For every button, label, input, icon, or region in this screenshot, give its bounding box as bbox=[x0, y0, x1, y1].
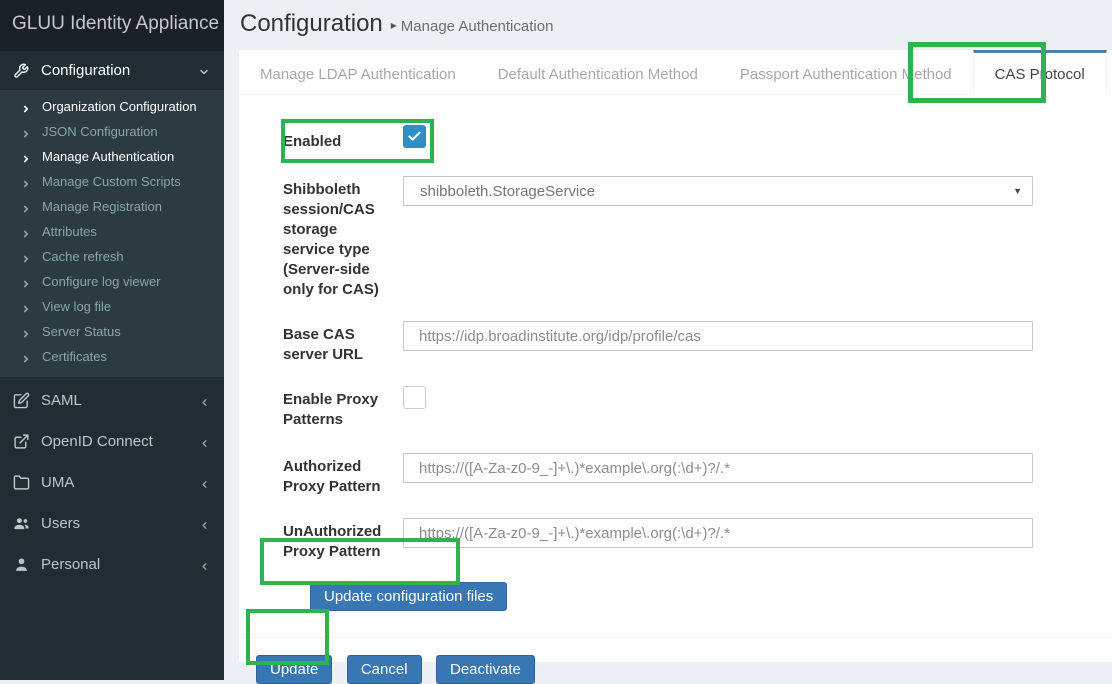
sidebar-item-label: Personal bbox=[41, 556, 199, 573]
sidebar-item-label: Configure log viewer bbox=[42, 274, 161, 289]
breadcrumb-arrow-icon: ▸ bbox=[391, 18, 397, 32]
cas-protocol-form: Enabled Shibboleth session/CAS storage s… bbox=[239, 95, 1112, 684]
users-icon bbox=[13, 515, 30, 532]
chevron-right-icon bbox=[21, 227, 31, 237]
chevron-right-icon bbox=[21, 102, 31, 112]
chevron-right-icon bbox=[21, 202, 31, 212]
sidebar-item-manage-custom-scripts[interactable]: Manage Custom Scripts bbox=[0, 169, 224, 194]
sidebar-item-label: Manage Registration bbox=[42, 199, 162, 214]
chevron-left-icon bbox=[199, 518, 210, 529]
folder-open-icon bbox=[13, 474, 30, 491]
tab-default-authentication-method[interactable]: Default Authentication Method bbox=[477, 50, 719, 94]
checkmark-icon bbox=[407, 129, 422, 144]
external-link-icon bbox=[13, 433, 30, 450]
chevron-right-icon bbox=[21, 352, 31, 362]
sidebar-item-label: Configuration bbox=[41, 62, 198, 79]
sidebar-item-label: Cache refresh bbox=[42, 249, 124, 264]
sidebar-item-certificates[interactable]: Certificates bbox=[0, 344, 224, 369]
chevron-left-icon bbox=[199, 436, 210, 447]
authorized-proxy-pattern-label: Authorized Proxy Pattern bbox=[283, 453, 388, 497]
sidebar-item-attributes[interactable]: Attributes bbox=[0, 219, 224, 244]
enable-proxy-patterns-label: Enable Proxy Patterns bbox=[283, 386, 388, 430]
user-icon bbox=[13, 556, 30, 573]
authorized-proxy-pattern-input[interactable] bbox=[403, 453, 1033, 483]
chevron-right-icon bbox=[21, 152, 31, 162]
sidebar-item-server-status[interactable]: Server Status bbox=[0, 319, 224, 344]
chevron-down-icon bbox=[198, 65, 210, 77]
sidebar-item-cache-refresh[interactable]: Cache refresh bbox=[0, 244, 224, 269]
storage-service-select[interactable]: shibboleth.StorageService ▼ bbox=[403, 176, 1033, 206]
breadcrumb: Manage Authentication bbox=[401, 18, 554, 35]
sidebar-item-saml[interactable]: SAML bbox=[0, 380, 224, 421]
page-title: Configuration bbox=[240, 10, 383, 37]
sidebar-item-label: UMA bbox=[41, 474, 199, 491]
sidebar-item-organization-configuration[interactable]: Organization Configuration bbox=[0, 94, 224, 119]
sidebar-item-label: SAML bbox=[41, 392, 199, 409]
sidebar-item-label: Manage Authentication bbox=[42, 149, 174, 164]
tab-manage-ldap-authentication[interactable]: Manage LDAP Authentication bbox=[239, 50, 477, 94]
sidebar-item-uma[interactable]: UMA bbox=[0, 462, 224, 503]
chevron-right-icon bbox=[21, 277, 31, 287]
dropdown-arrow-icon: ▼ bbox=[1013, 186, 1022, 196]
sidebar-item-label: Users bbox=[41, 515, 199, 532]
tab-bar: Manage LDAP Authentication Default Authe… bbox=[239, 50, 1112, 95]
sidebar-item-openid-connect[interactable]: OpenID Connect bbox=[0, 421, 224, 462]
chevron-right-icon bbox=[21, 127, 31, 137]
chevron-right-icon bbox=[21, 327, 31, 337]
sidebar-item-personal[interactable]: Personal bbox=[0, 544, 224, 585]
sidebar-item-label: Organization Configuration bbox=[42, 99, 197, 114]
configuration-submenu: Organization Configuration JSON Configur… bbox=[0, 90, 224, 377]
sidebar-item-label: Attributes bbox=[42, 224, 97, 239]
edit-icon bbox=[13, 392, 30, 409]
storage-service-selected-value: shibboleth.StorageService bbox=[420, 183, 1013, 200]
sidebar-item-configure-log-viewer[interactable]: Configure log viewer bbox=[0, 269, 224, 294]
sidebar-item-label: Certificates bbox=[42, 349, 107, 364]
unauthorized-proxy-pattern-input[interactable] bbox=[403, 518, 1033, 548]
enabled-checkbox[interactable] bbox=[403, 125, 426, 148]
enabled-label: Enabled bbox=[283, 125, 388, 152]
sidebar-item-label: Server Status bbox=[42, 324, 121, 339]
tab-passport-authentication-method[interactable]: Passport Authentication Method bbox=[719, 50, 973, 94]
chevron-right-icon bbox=[21, 302, 31, 312]
tab-cas-protocol[interactable]: CAS Protocol bbox=[973, 50, 1107, 95]
chevron-right-icon bbox=[21, 177, 31, 187]
sidebar-item-label: Manage Custom Scripts bbox=[42, 174, 181, 189]
chevron-left-icon bbox=[199, 477, 210, 488]
sidebar-item-label: OpenID Connect bbox=[41, 433, 199, 450]
base-cas-url-label: Base CAS server URL bbox=[283, 321, 388, 365]
storage-service-label: Shibboleth session/CAS storage service t… bbox=[283, 176, 388, 300]
sidebar-item-view-log-file[interactable]: View log file bbox=[0, 294, 224, 319]
content-header: Configuration ▸ Manage Authentication bbox=[224, 0, 1112, 50]
sidebar-item-configuration[interactable]: Configuration bbox=[0, 50, 224, 90]
unauthorized-proxy-pattern-label: UnAuthorized Proxy Pattern bbox=[283, 518, 388, 562]
enable-proxy-patterns-checkbox[interactable] bbox=[403, 386, 426, 409]
main-content: Configuration ▸ Manage Authentication Mana… bbox=[224, 0, 1112, 680]
sidebar-item-label: JSON Configuration bbox=[42, 124, 158, 139]
base-cas-url-input[interactable] bbox=[403, 321, 1033, 351]
sidebar-item-label: View log file bbox=[42, 299, 111, 314]
chevron-right-icon bbox=[21, 252, 31, 262]
sidebar-item-users[interactable]: Users bbox=[0, 503, 224, 544]
app-title: GLUU Identity Appliance bbox=[0, 0, 224, 50]
sidebar: GLUU Identity Appliance Configuration Or… bbox=[0, 0, 224, 680]
chevron-left-icon bbox=[199, 395, 210, 406]
sidebar-item-manage-authentication[interactable]: Manage Authentication bbox=[0, 144, 224, 169]
wrench-icon bbox=[13, 63, 29, 79]
sidebar-item-json-configuration[interactable]: JSON Configuration bbox=[0, 119, 224, 144]
update-configuration-files-button[interactable]: Update configuration files bbox=[310, 582, 507, 611]
form-footer: Update Cancel Deactivate bbox=[239, 637, 1112, 684]
sidebar-item-manage-registration[interactable]: Manage Registration bbox=[0, 194, 224, 219]
chevron-left-icon bbox=[199, 559, 210, 570]
cas-protocol-card: Manage LDAP Authentication Default Authe… bbox=[239, 50, 1112, 662]
